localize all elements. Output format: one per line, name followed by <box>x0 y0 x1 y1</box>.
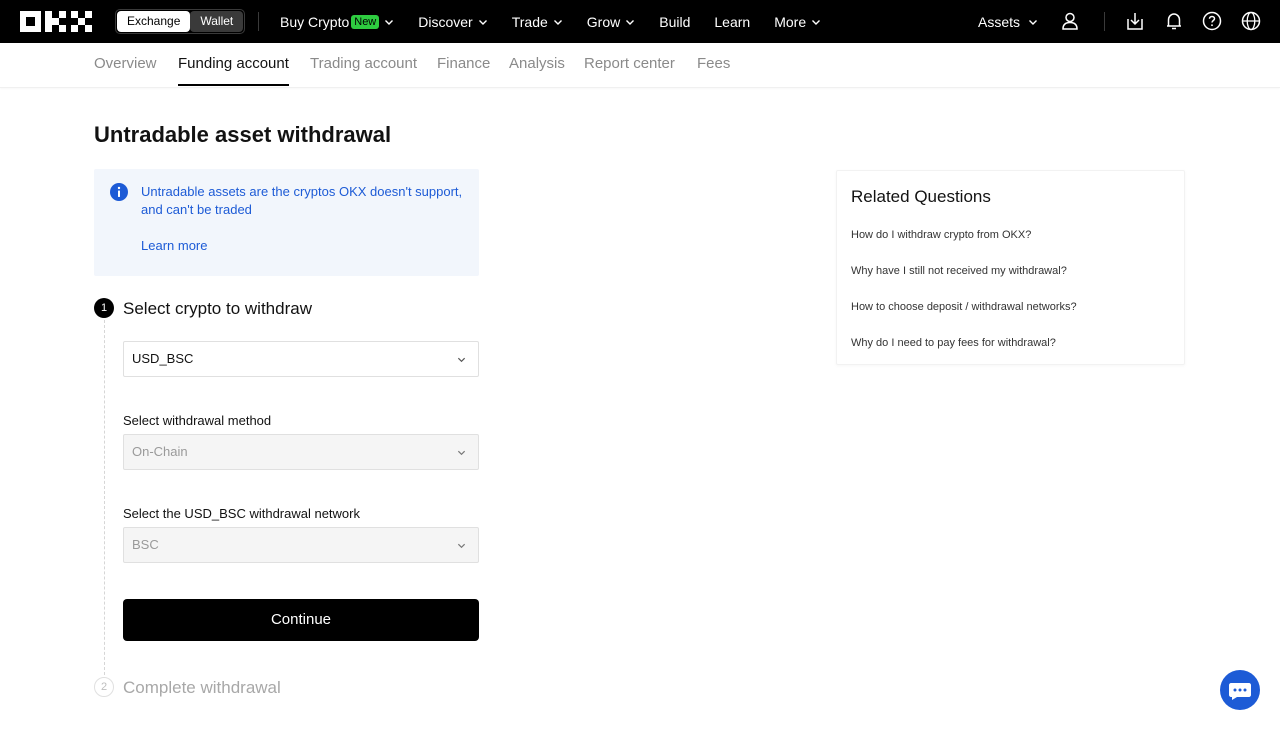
related-question-link[interactable]: Why have I still not received my withdra… <box>851 265 1067 277</box>
chevron-down-icon <box>385 19 394 25</box>
user-icon[interactable] <box>1060 11 1080 31</box>
tab-fees[interactable]: Fees <box>697 55 730 72</box>
withdrawal-method-label: Select withdrawal method <box>123 413 272 428</box>
step-connector <box>104 320 105 675</box>
top-navigation: Exchange Wallet Buy Crypto New Discover … <box>0 0 1280 43</box>
nav-grow[interactable]: Grow <box>587 14 635 30</box>
support-chat-button[interactable] <box>1220 670 1260 710</box>
chevron-down-icon <box>1029 20 1038 25</box>
related-questions-title: Related Questions <box>851 187 991 206</box>
step-2-title: Complete withdrawal <box>123 678 281 697</box>
tab-finance[interactable]: Finance <box>437 55 490 72</box>
bell-icon[interactable] <box>1164 11 1184 31</box>
crypto-select-value: USD_BSC <box>132 351 194 366</box>
globe-icon[interactable] <box>1241 11 1261 31</box>
nav-trade-label: Trade <box>511 13 548 30</box>
step-2-indicator: 2 <box>94 677 114 697</box>
step-1-title: Select crypto to withdraw <box>123 299 312 318</box>
continue-button[interactable]: Continue <box>123 599 479 641</box>
chevron-down-icon <box>812 19 821 25</box>
withdrawal-method-value: On-Chain <box>132 444 188 459</box>
chevron-down-icon <box>478 19 487 25</box>
okx-logo[interactable] <box>20 11 92 32</box>
account-subtabs: Overview Funding account Trading account… <box>0 43 1280 88</box>
learn-more-link[interactable]: Learn more <box>141 238 207 253</box>
page-title: Untradable asset withdrawal <box>94 122 392 147</box>
withdrawal-network-label: Select the USD_BSC withdrawal network <box>123 506 360 521</box>
chevron-down-icon <box>457 543 466 549</box>
related-question-link[interactable]: Why do I need to pay fees for withdrawal… <box>851 337 1056 349</box>
nav-discover-label: Discover <box>418 13 473 30</box>
related-question-link[interactable]: How do I withdraw crypto from OKX? <box>851 229 1031 241</box>
nav-build[interactable]: Build <box>659 14 690 30</box>
nav-trade[interactable]: Trade <box>512 14 563 30</box>
tab-funding-account[interactable]: Funding account <box>178 55 289 72</box>
crypto-select[interactable]: USD_BSC <box>123 341 479 377</box>
nav-buy-crypto[interactable]: Buy Crypto New <box>280 14 394 30</box>
chevron-down-icon <box>457 357 466 363</box>
nav-buy-crypto-label: Buy Crypto <box>280 13 350 30</box>
exchange-mode-button[interactable]: Exchange <box>117 11 191 32</box>
nav-more-label: More <box>774 13 807 30</box>
tab-analysis[interactable]: Analysis <box>509 55 565 72</box>
main-nav: Buy Crypto New Discover Trade Grow Build… <box>280 0 845 43</box>
nav-divider <box>258 12 259 31</box>
related-question-link[interactable]: How to choose deposit / withdrawal netwo… <box>851 301 1077 313</box>
withdrawal-network-select: BSC <box>123 527 479 563</box>
new-badge: New <box>351 14 380 29</box>
nav-assets[interactable]: Assets <box>978 14 1038 30</box>
active-tab-indicator <box>178 84 289 86</box>
chat-icon <box>1229 683 1251 700</box>
withdrawal-network-value: BSC <box>132 537 159 552</box>
chevron-down-icon <box>457 450 466 456</box>
wallet-mode-button[interactable]: Wallet <box>190 11 244 32</box>
nav-assets-label: Assets <box>978 14 1021 30</box>
step-1-indicator: 1 <box>94 298 114 318</box>
chevron-down-icon <box>626 19 635 25</box>
nav-divider <box>1104 12 1105 31</box>
nav-learn[interactable]: Learn <box>714 14 750 30</box>
nav-discover[interactable]: Discover <box>418 14 487 30</box>
tab-report-center[interactable]: Report center <box>584 55 675 72</box>
info-text: Untradable assets are the cryptos OKX do… <box>141 184 463 217</box>
mode-switch: Exchange Wallet <box>115 9 246 34</box>
help-icon[interactable] <box>1202 11 1222 31</box>
tab-overview[interactable]: Overview <box>94 55 157 72</box>
related-questions-panel: Related Questions How do I withdraw cryp… <box>836 170 1185 365</box>
chevron-down-icon <box>553 19 562 25</box>
tab-trading-account[interactable]: Trading account <box>310 55 417 72</box>
withdrawal-method-select: On-Chain <box>123 434 479 470</box>
nav-more[interactable]: More <box>774 14 821 30</box>
info-icon <box>110 183 128 201</box>
info-notice: Untradable assets are the cryptos OKX do… <box>94 169 479 276</box>
nav-grow-label: Grow <box>586 13 621 30</box>
download-icon[interactable] <box>1125 11 1145 31</box>
